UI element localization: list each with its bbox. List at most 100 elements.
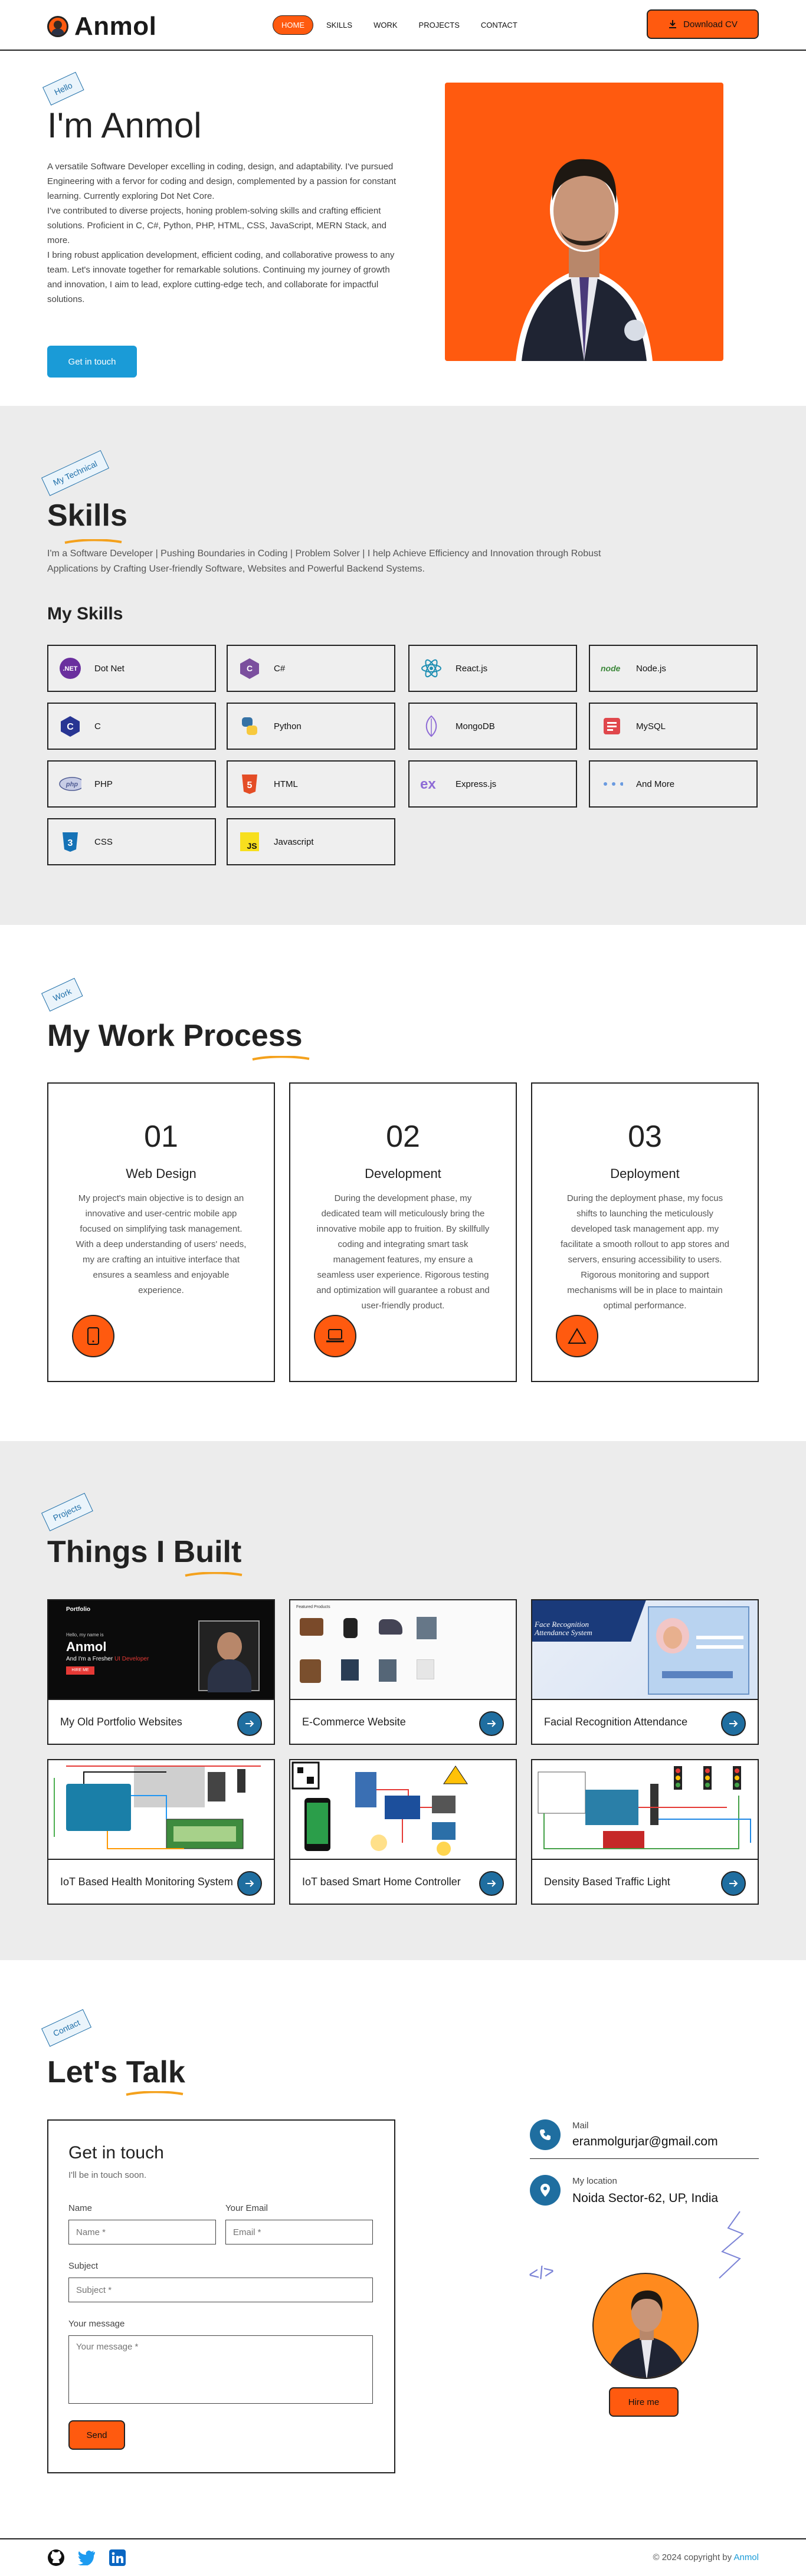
nav-projects[interactable]: PROJECTS xyxy=(411,16,468,34)
mail-value[interactable]: eranmolgurjar@gmail.com xyxy=(572,2135,718,2149)
skill-php: php PHP xyxy=(47,760,216,808)
message-input[interactable] xyxy=(68,2335,373,2404)
skill-label: Dot Net xyxy=(94,663,124,674)
email-label: Your Email xyxy=(225,2203,268,2213)
thumb-brand: Portfolio xyxy=(66,1606,91,1613)
arrow-right-icon[interactable] xyxy=(479,1871,504,1896)
react-icon xyxy=(420,657,443,680)
github-icon[interactable] xyxy=(47,2549,65,2567)
skill-express: ex Express.js xyxy=(408,760,577,808)
process-card-design: 01 Web Design My project's main objectiv… xyxy=(47,1082,275,1382)
css-icon: 3 xyxy=(59,831,81,853)
skill-label: And More xyxy=(636,779,675,789)
logo[interactable]: Anmol xyxy=(47,12,156,41)
svg-text:3: 3 xyxy=(68,838,73,848)
skill-mongodb: MongoDB xyxy=(408,703,577,750)
python-icon xyxy=(238,715,261,737)
skills-section: My Technical Skills I'm a Software Devel… xyxy=(0,406,806,925)
copyright-text: © 2024 copyright by xyxy=(653,2552,732,2562)
skills-title: Skills xyxy=(47,498,127,533)
download-cv-button[interactable]: Download CV xyxy=(647,9,759,39)
contact-section: Contact Let's Talk Get in touch I'll be … xyxy=(0,1960,806,2538)
mail-label: Mail xyxy=(572,2121,589,2131)
more-icon xyxy=(601,773,623,795)
arrow-right-icon[interactable] xyxy=(237,1711,262,1736)
project-card-traffic[interactable]: Density Based Traffic Light xyxy=(531,1759,759,1905)
hire-me-button[interactable]: Hire me xyxy=(609,2387,679,2417)
dotnet-icon: .NET xyxy=(59,657,81,680)
site-header: Anmol HOME SKILLS WORK PROJECTS CONTACT … xyxy=(0,0,806,51)
skill-label: Express.js xyxy=(456,779,497,789)
project-thumbnail: Face Recognition Attendance System xyxy=(532,1600,758,1700)
arrow-right-icon[interactable] xyxy=(237,1871,262,1896)
location-value: Noida Sector-62, UP, India xyxy=(572,2191,719,2205)
project-card-smarthome[interactable]: IoT based Smart Home Controller xyxy=(289,1759,517,1905)
contact-form: Get in touch I'll be in touch soon. Name… xyxy=(47,2119,395,2473)
work-section: Work My Work Process 01 Web Design My pr… xyxy=(0,925,806,1441)
twitter-icon[interactable] xyxy=(78,2550,96,2565)
projects-underline xyxy=(185,1572,243,1577)
skill-label: PHP xyxy=(94,779,113,789)
hello-tag: Hello xyxy=(42,71,84,106)
project-title: IoT based Smart Home Controller xyxy=(302,1876,461,1888)
nodejs-icon: node xyxy=(601,657,623,680)
skill-label: HTML xyxy=(274,779,298,789)
contact-underline xyxy=(126,2091,184,2096)
hero-photo xyxy=(445,83,723,361)
form-title: Get in touch xyxy=(68,2143,164,2162)
linkedin-icon[interactable] xyxy=(109,2549,126,2567)
nav-home[interactable]: HOME xyxy=(273,15,313,35)
nav-work[interactable]: WORK xyxy=(365,16,405,34)
project-card-ecommerce[interactable]: Featured Products E-Commerce Website xyxy=(289,1599,517,1745)
logo-text: Anmol xyxy=(74,12,157,41)
arrow-right-icon[interactable] xyxy=(721,1871,746,1896)
nav-contact[interactable]: CONTACT xyxy=(473,16,526,34)
nav-skills[interactable]: SKILLS xyxy=(318,16,361,34)
send-button[interactable]: Send xyxy=(68,2420,125,2450)
project-card-portfolio[interactable]: Portfolio Hello, my name is Anmol And I'… xyxy=(47,1599,275,1745)
skill-javascript: JS Javascript xyxy=(227,818,395,865)
skill-label: Python xyxy=(274,721,302,731)
work-title: My Work Process xyxy=(47,1019,303,1053)
my-skills-heading: My Skills xyxy=(47,604,123,624)
hire-photo xyxy=(592,2273,699,2379)
card-text: My project's main objective is to design… xyxy=(76,1193,247,1295)
project-thumbnail: Featured Products xyxy=(290,1600,516,1700)
subject-input[interactable] xyxy=(68,2278,373,2302)
project-title: Density Based Traffic Light xyxy=(544,1876,670,1888)
project-title: IoT Based Health Monitoring System xyxy=(60,1876,233,1888)
name-input[interactable] xyxy=(68,2220,216,2244)
mobile-icon xyxy=(72,1315,114,1357)
name-label: Name xyxy=(68,2203,93,2213)
skill-more: And More xyxy=(589,760,758,808)
project-title: Facial Recognition Attendance xyxy=(544,1716,688,1728)
copyright-brand[interactable]: Anmol xyxy=(733,2552,759,2562)
arrow-right-icon[interactable] xyxy=(721,1711,746,1736)
phone-icon xyxy=(530,2119,561,2150)
c-icon: C xyxy=(59,715,81,737)
arrow-right-icon[interactable] xyxy=(479,1711,504,1736)
skill-label: C# xyxy=(274,663,286,674)
project-thumbnail xyxy=(48,1760,274,1860)
hero-section: Hello I'm Anmol A versatile Software Dev… xyxy=(0,51,806,405)
get-in-touch-button[interactable]: Get in touch xyxy=(47,346,137,378)
message-label: Your message xyxy=(68,2319,125,2329)
skill-label: MySQL xyxy=(636,721,666,731)
info-divider xyxy=(530,2158,759,2159)
project-card-facial[interactable]: Face Recognition Attendance System Facia… xyxy=(531,1599,759,1745)
hero-title: I'm Anmol xyxy=(47,106,202,145)
process-card-deployment: 03 Deployment During the deployment phas… xyxy=(531,1082,759,1382)
email-input[interactable] xyxy=(225,2220,373,2244)
skill-c: C C xyxy=(47,703,216,750)
thumb-role: And I'm a Fresher UI Developer xyxy=(66,1656,149,1662)
svg-text:C: C xyxy=(67,722,74,732)
thumb-caption: Face Recognition Attendance System xyxy=(535,1620,592,1637)
project-card-health[interactable]: IoT Based Health Monitoring System xyxy=(47,1759,275,1905)
card-title: Development xyxy=(365,1166,441,1181)
svg-text:node: node xyxy=(601,664,621,673)
svg-text:.NET: .NET xyxy=(63,665,77,672)
csharp-icon: C xyxy=(238,657,261,680)
skills-underline xyxy=(64,539,122,544)
thumb-cta: HIRE ME xyxy=(66,1666,94,1675)
thumb-name: Anmol xyxy=(66,1639,107,1654)
